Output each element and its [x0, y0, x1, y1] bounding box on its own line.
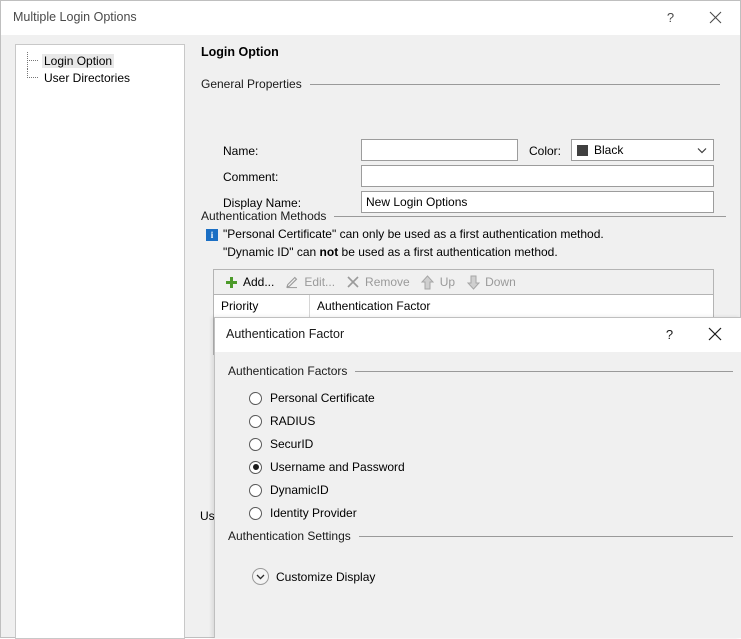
radio-icon [249, 506, 262, 520]
radio-personal-certificate[interactable]: Personal Certificate [249, 389, 375, 407]
info-line-dynamic-id-pre: "Dynamic ID" can [223, 245, 320, 259]
dialog-body: Authentication Factors Personal Certific… [215, 352, 741, 638]
info-line-personal-certificate: "Personal Certificate" can only be used … [223, 227, 604, 241]
tree-item-label: User Directories [44, 70, 131, 85]
tree-item-user-directories[interactable]: User Directories [24, 69, 132, 86]
group-rule [358, 535, 733, 537]
list-header-row: Priority Authentication Factor [214, 295, 713, 318]
edit-button[interactable]: Edit... [281, 271, 342, 293]
move-down-button-label: Down [485, 275, 516, 289]
column-header-priority[interactable]: Priority [214, 295, 310, 317]
radio-label: Identity Provider [270, 506, 357, 520]
page-title: Login Option [201, 45, 279, 59]
move-up-button-label: Up [439, 275, 456, 289]
add-button[interactable]: Add... [220, 271, 281, 293]
authentication-methods-toolbar: Add... Edit... Remove Up Down [213, 269, 714, 295]
authentication-factor-dialog: Authentication Factor ? Authentication F… [214, 317, 741, 638]
edit-button-label: Edit... [304, 275, 336, 289]
tree-item-login-option[interactable]: Login Option [24, 52, 115, 69]
column-header-authentication-factor[interactable]: Authentication Factor [310, 295, 713, 317]
remove-button-label: Remove [365, 275, 410, 289]
info-line-dynamic-id: "Dynamic ID" can not be used as a first … [223, 245, 558, 259]
customize-display-expander[interactable]: Customize Display [252, 568, 375, 585]
close-button[interactable] [693, 1, 738, 33]
tree-connector-icon [24, 69, 42, 86]
arrow-down-icon [464, 274, 482, 290]
cross-icon [344, 274, 362, 290]
title-bar: Multiple Login Options ? [1, 1, 740, 35]
help-button[interactable]: ? [648, 1, 693, 33]
radio-label: SecurID [270, 437, 314, 451]
color-label: Color: [529, 144, 562, 158]
authentication-factors-group-label: Authentication Factors [228, 364, 348, 378]
chevron-down-icon [252, 568, 269, 585]
group-rule [334, 215, 727, 217]
general-properties-group-header: General Properties [201, 77, 734, 91]
radio-securid[interactable]: SecurID [249, 435, 313, 453]
radio-label: DynamicID [270, 483, 329, 497]
authentication-settings-group-header: Authentication Settings [228, 529, 733, 543]
comment-input[interactable] [361, 165, 714, 187]
authentication-methods-group-header: Authentication Methods [201, 209, 734, 223]
name-label: Name: [223, 144, 259, 158]
authentication-settings-group-label: Authentication Settings [228, 529, 351, 543]
general-properties-group-label: General Properties [201, 77, 302, 91]
radio-label: RADIUS [270, 414, 316, 428]
window-title: Multiple Login Options [13, 10, 137, 24]
authentication-methods-group-label: Authentication Methods [201, 209, 327, 223]
comment-label: Comment: [223, 170, 279, 184]
radio-username-and-password[interactable]: Username and Password [249, 458, 405, 476]
radio-label: Personal Certificate [270, 391, 375, 405]
group-rule [309, 83, 720, 85]
plus-icon [222, 274, 240, 290]
radio-identity-provider[interactable]: Identity Provider [249, 504, 357, 522]
info-line-dynamic-id-post: be used as a first authentication method… [338, 245, 558, 259]
arrow-up-icon [419, 274, 437, 290]
radio-icon [249, 391, 262, 405]
group-rule [355, 370, 733, 372]
info-line-dynamic-id-emphasis: not [319, 245, 339, 259]
radio-icon [249, 437, 262, 451]
radio-icon [249, 483, 262, 497]
dialog-close-button[interactable] [692, 318, 737, 350]
display-name-label: Display Name: [223, 196, 302, 210]
radio-icon [249, 414, 262, 428]
customize-display-label: Customize Display [276, 569, 376, 584]
chevron-down-icon [693, 147, 711, 154]
dialog-title: Authentication Factor [226, 327, 345, 341]
tree-connector-icon [24, 52, 42, 69]
info-icon: i [206, 229, 218, 241]
close-icon [709, 11, 722, 23]
add-button-label: Add... [243, 275, 275, 289]
radio-dynamicid[interactable]: DynamicID [249, 481, 329, 499]
radio-label: Username and Password [270, 460, 405, 474]
obscured-label: Us [200, 509, 214, 523]
remove-button[interactable]: Remove [342, 271, 417, 293]
authentication-factors-group-header: Authentication Factors [228, 364, 733, 378]
color-swatch-icon [577, 144, 588, 156]
color-dropdown[interactable]: Black [571, 139, 714, 161]
name-input[interactable] [361, 139, 518, 161]
close-icon [708, 327, 721, 341]
tree-item-label: Login Option [42, 53, 115, 68]
question-mark-icon: ? [665, 326, 674, 342]
radio-icon-selected [249, 460, 262, 474]
dialog-title-bar: Authentication Factor ? [215, 318, 741, 352]
radio-radius[interactable]: RADIUS [249, 412, 315, 430]
pencil-icon [283, 274, 301, 290]
color-value: Black [594, 143, 624, 157]
move-down-button[interactable]: Down [462, 271, 523, 293]
dialog-help-button[interactable]: ? [647, 318, 692, 350]
navigation-tree[interactable]: Login Option User Directories [15, 44, 185, 639]
move-up-button[interactable]: Up [417, 271, 462, 293]
question-mark-icon: ? [666, 9, 675, 25]
